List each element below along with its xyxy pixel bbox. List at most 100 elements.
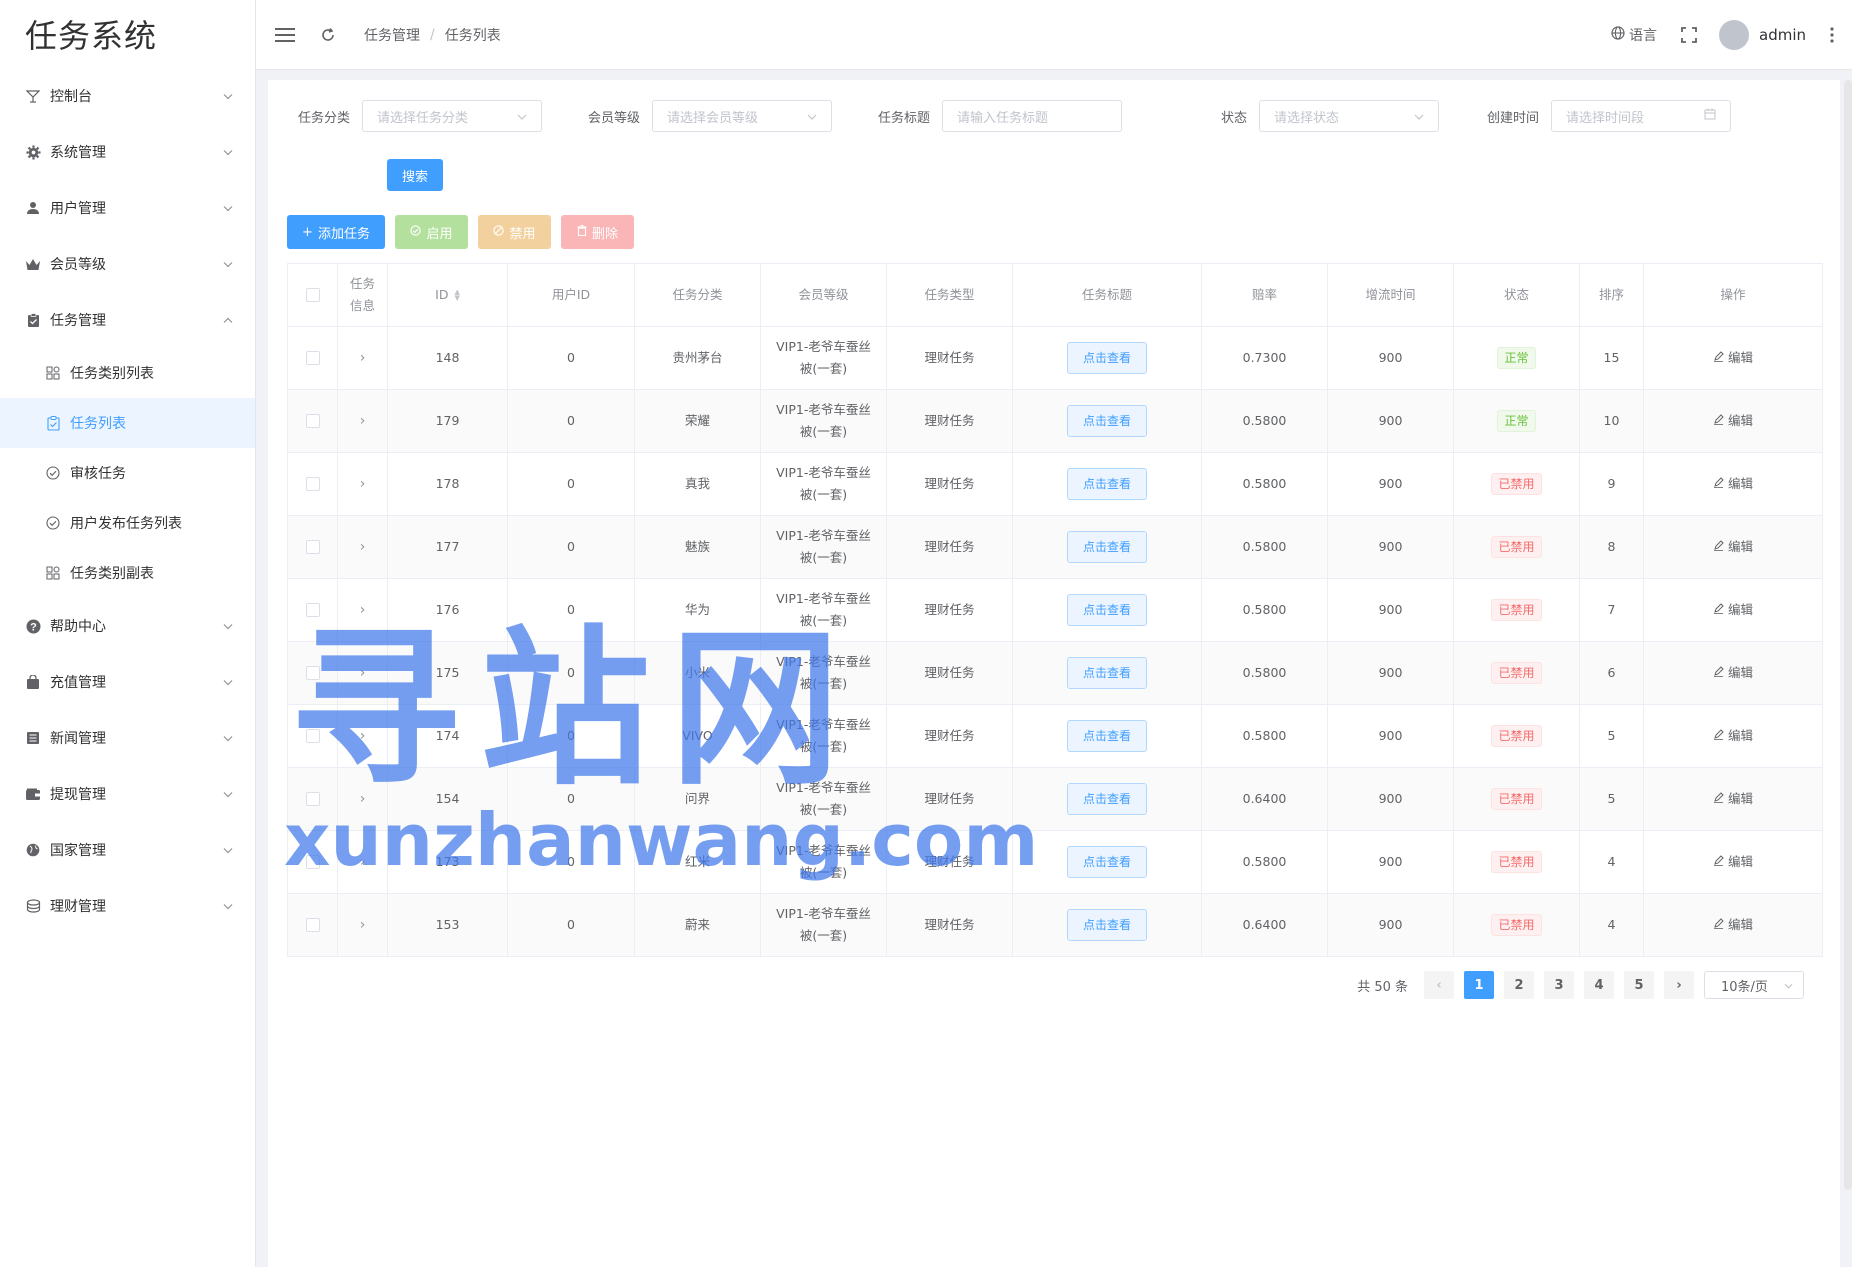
edit-pencil-icon xyxy=(1713,347,1724,369)
header-id[interactable]: ID ▲ ▼ xyxy=(388,264,508,326)
row-checkbox[interactable] xyxy=(305,729,320,743)
cell-type: 理财任务 xyxy=(887,705,1013,767)
sidebar-item-8[interactable]: 提现管理 xyxy=(0,766,255,822)
page-button-4[interactable]: 4 xyxy=(1584,971,1614,999)
sidebar-subitem-4[interactable]: 任务类别副表 xyxy=(0,548,255,598)
row-checkbox[interactable] xyxy=(305,603,320,617)
hamburger-menu-icon[interactable] xyxy=(274,24,296,46)
page-scrollbar[interactable] xyxy=(1844,80,1852,1190)
view-title-button[interactable]: 点击查看 xyxy=(1067,846,1147,878)
edit-button[interactable]: 编辑 xyxy=(1713,347,1753,369)
fullscreen-icon[interactable] xyxy=(1681,27,1697,43)
edit-button[interactable]: 编辑 xyxy=(1713,473,1753,495)
next-page-button[interactable]: › xyxy=(1664,971,1694,999)
page-button-2[interactable]: 2 xyxy=(1504,971,1534,999)
chevron-right-icon[interactable]: › xyxy=(360,599,366,621)
sidebar-item-10[interactable]: 理财管理 xyxy=(0,878,255,934)
sidebar-item-9[interactable]: 国家管理 xyxy=(0,822,255,878)
chevron-right-icon[interactable]: › xyxy=(360,662,366,684)
view-title-button[interactable]: 点击查看 xyxy=(1067,405,1147,437)
row-checkbox[interactable] xyxy=(305,855,320,869)
view-title-button[interactable]: 点击查看 xyxy=(1067,468,1147,500)
edit-button[interactable]: 编辑 xyxy=(1713,410,1753,432)
view-title-button[interactable]: 点击查看 xyxy=(1067,909,1147,941)
view-title-button[interactable]: 点击查看 xyxy=(1067,720,1147,752)
sidebar-item-4[interactable]: 任务管理 xyxy=(0,292,255,348)
sidebar-item-7[interactable]: 新闻管理 xyxy=(0,710,255,766)
edit-button[interactable]: 编辑 xyxy=(1713,725,1753,747)
row-checkbox[interactable] xyxy=(305,351,320,365)
edit-button[interactable]: 编辑 xyxy=(1713,914,1753,936)
globe-icon xyxy=(24,841,42,859)
chevron-right-icon[interactable]: › xyxy=(360,410,366,432)
page-button-3[interactable]: 3 xyxy=(1544,971,1574,999)
page-button-5[interactable]: 5 xyxy=(1624,971,1654,999)
cell-level: VIP1-老爷车蚕丝被(一套) xyxy=(761,768,887,830)
avatar[interactable] xyxy=(1719,20,1749,50)
row-checkbox[interactable] xyxy=(305,414,320,428)
view-title-button[interactable]: 点击查看 xyxy=(1067,594,1147,626)
sidebar-subitem-0[interactable]: 任务类别列表 xyxy=(0,348,255,398)
chevron-right-icon[interactable]: › xyxy=(360,725,366,747)
category-select[interactable]: 请选择任务分类 xyxy=(362,100,543,132)
cell-type: 理财任务 xyxy=(887,327,1013,389)
edit-button[interactable]: 编辑 xyxy=(1713,788,1753,810)
view-title-button[interactable]: 点击查看 xyxy=(1067,783,1147,815)
chevron-right-icon[interactable]: › xyxy=(360,347,366,369)
edit-label: 编辑 xyxy=(1727,539,1753,554)
row-checkbox[interactable] xyxy=(305,792,320,806)
view-title-button[interactable]: 点击查看 xyxy=(1067,531,1147,563)
grid-icon xyxy=(44,564,62,582)
edit-button[interactable]: 编辑 xyxy=(1713,536,1753,558)
row-checkbox[interactable] xyxy=(305,918,320,932)
chevron-right-icon[interactable]: › xyxy=(360,536,366,558)
date-range-picker[interactable]: 请选择时间段 xyxy=(1551,100,1732,132)
add-task-button[interactable]: + 添加任务 xyxy=(287,215,385,249)
view-title-button[interactable]: 点击查看 xyxy=(1067,342,1147,374)
edit-button[interactable]: 编辑 xyxy=(1713,851,1753,873)
title-input[interactable]: 请输入任务标题 xyxy=(942,100,1123,132)
cell-level-text: VIP1-老爷车蚕丝被(一套) xyxy=(776,528,871,565)
disable-button[interactable]: 禁用 xyxy=(478,215,551,249)
chevron-right-icon[interactable]: › xyxy=(360,851,366,873)
chevron-down-icon xyxy=(223,788,233,801)
row-checkbox[interactable] xyxy=(305,540,320,554)
level-select[interactable]: 请选择会员等级 xyxy=(652,100,833,132)
enable-button[interactable]: 启用 xyxy=(395,215,468,249)
view-title-button[interactable]: 点击查看 xyxy=(1067,657,1147,689)
sidebar-item-1[interactable]: 系统管理 xyxy=(0,124,255,180)
refresh-icon[interactable] xyxy=(318,25,338,45)
chevron-right-icon[interactable]: › xyxy=(360,473,366,495)
status-select[interactable]: 请选择状态 xyxy=(1259,100,1440,132)
chevron-right-icon[interactable]: › xyxy=(360,914,366,936)
search-button[interactable]: 搜索 xyxy=(387,159,443,191)
sidebar-item-0[interactable]: 控制台 xyxy=(0,68,255,124)
page-size-select[interactable]: 10条/页 xyxy=(1704,971,1804,999)
cell-level-text: VIP1-老爷车蚕丝被(一套) xyxy=(776,591,871,628)
sidebar-item-5[interactable]: ? 帮助中心 xyxy=(0,598,255,654)
row-checkbox[interactable] xyxy=(305,666,320,680)
delete-button[interactable]: 删除 xyxy=(561,215,634,249)
select-all-checkbox[interactable] xyxy=(305,288,320,302)
sidebar-subitem-1[interactable]: 任务列表 xyxy=(0,398,255,448)
username[interactable]: admin xyxy=(1759,26,1806,44)
row-checkbox[interactable] xyxy=(305,477,320,491)
prev-page-button[interactable]: ‹ xyxy=(1424,971,1454,999)
more-vertical-icon[interactable] xyxy=(1830,27,1834,43)
cell-title: 点击查看 xyxy=(1013,642,1202,704)
sort-caret-icon[interactable]: ▲ ▼ xyxy=(454,289,459,302)
sidebar-item-2[interactable]: 用户管理 xyxy=(0,180,255,236)
sidebar: 任务系统 控制台 系统管理 用户管理 会员等级 任务管理 任务类别列表 任务列表 审核任务 用户… xyxy=(0,0,256,1267)
table-header-row: 任务信息 ID ▲ ▼ 用户ID 任务分类 会员等级 任务类型 任务标题 赔率 增… xyxy=(288,264,1822,327)
sidebar-subitem-2[interactable]: 审核任务 xyxy=(0,448,255,498)
sidebar-subitem-3[interactable]: 用户发布任务列表 xyxy=(0,498,255,548)
sidebar-item-3[interactable]: 会员等级 xyxy=(0,236,255,292)
breadcrumb-item-task-management[interactable]: 任务管理 xyxy=(364,25,420,45)
filter-level-label: 会员等级 xyxy=(588,110,641,126)
page-button-1[interactable]: 1 xyxy=(1464,971,1494,999)
chevron-right-icon[interactable]: › xyxy=(360,788,366,810)
edit-button[interactable]: 编辑 xyxy=(1713,662,1753,684)
language-switcher[interactable]: 语言 xyxy=(1611,25,1657,45)
sidebar-item-6[interactable]: 充值管理 xyxy=(0,654,255,710)
edit-button[interactable]: 编辑 xyxy=(1713,599,1753,621)
